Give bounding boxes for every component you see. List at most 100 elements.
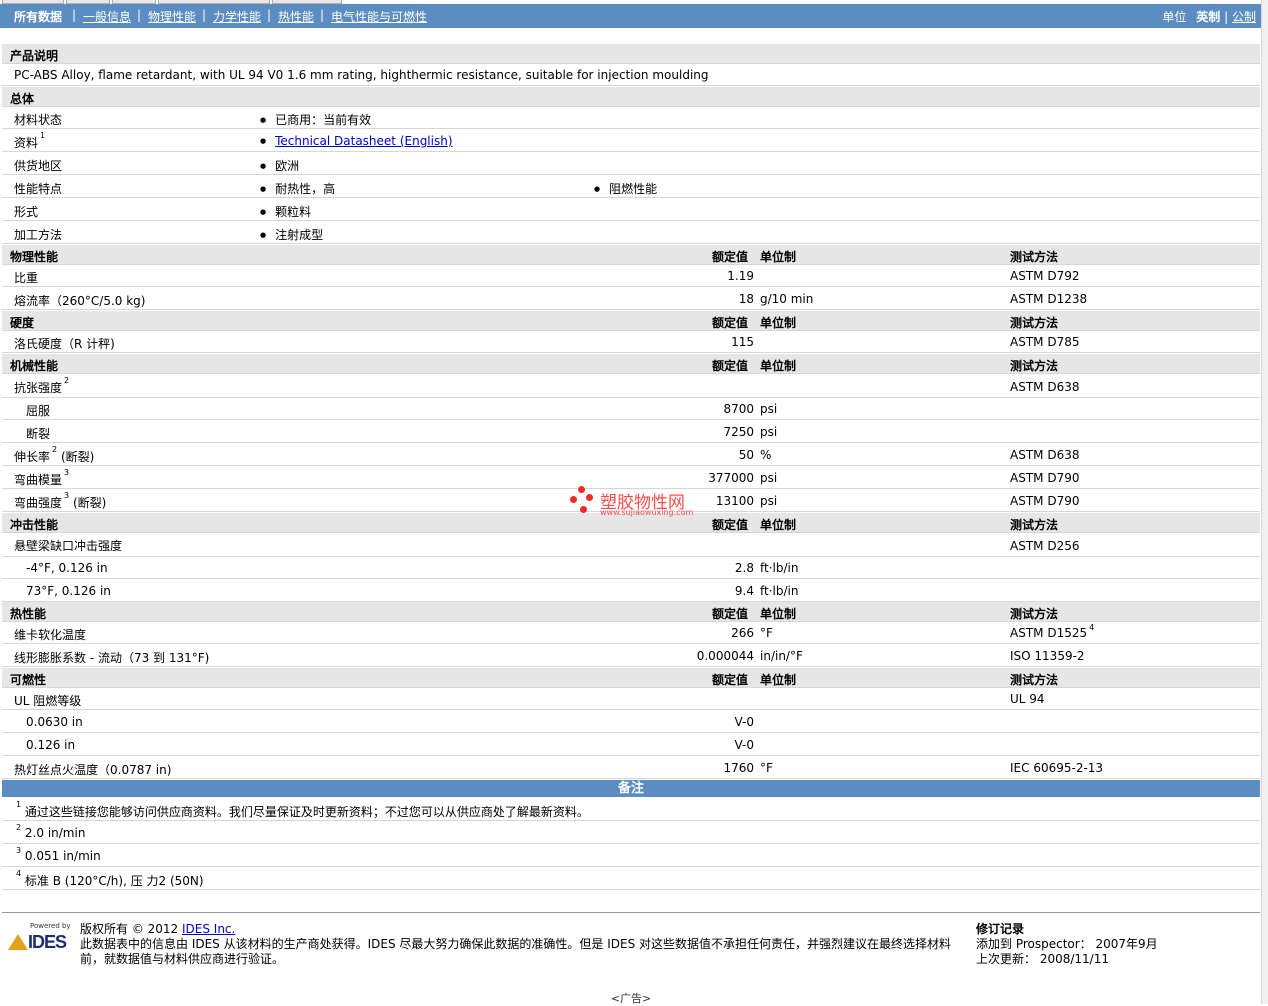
row-method: ASTM D790 [1010, 494, 1080, 508]
unit-metric-link[interactable]: 公制 [1232, 10, 1256, 24]
powered-by-text: Powered by [30, 922, 71, 930]
row-unit: ft·lb/in [760, 561, 799, 575]
section-title: 物理性能 [10, 250, 59, 264]
row-unit: g/10 min [760, 292, 814, 306]
footer-divider [2, 912, 1260, 913]
row-value: 2.8 [734, 561, 754, 575]
row-value: 7250 [723, 425, 754, 439]
row-method: IEC 60695-2-13 [1010, 761, 1104, 775]
col-header-rated: 额定值 [712, 316, 749, 330]
unit-imperial: 英制 [1196, 10, 1221, 24]
unit-separator: | [1224, 10, 1229, 24]
row-method: ASTM D256 [1010, 539, 1080, 553]
row-value: 耐热性，高 [260, 180, 335, 197]
ides-inc-link[interactable]: IDES Inc. [182, 922, 235, 936]
col-header-method: 测试方法 [1010, 250, 1059, 264]
description-text: PC-ABS Alloy, flame retardant, with UL 9… [14, 68, 709, 82]
row-method: ASTM D638 [1010, 380, 1080, 394]
note-text: 3 0.051 in/min [16, 846, 101, 863]
row-value: 阻燃性能 [594, 180, 657, 197]
row-unit: psi [760, 425, 778, 439]
nav-general[interactable]: 一般信息 [83, 8, 131, 25]
section-header-general: 总体 [2, 87, 1260, 107]
row-unit: ft·lb/in [760, 584, 799, 598]
row-value: 1.19 [727, 269, 754, 283]
row-method: ASTM D785 [1010, 335, 1080, 349]
row-value: 1760 [723, 761, 754, 775]
section-title: 总体 [10, 92, 35, 106]
col-header-unit: 单位制 [760, 250, 797, 264]
row-unit: % [760, 448, 772, 462]
flammability-row-0063: 0.0630 in V-0 [2, 711, 1260, 733]
row-value: V-0 [734, 715, 754, 729]
section-title: 热性能 [10, 607, 47, 621]
row-label: 悬壁梁缺口冲击强度 [14, 539, 123, 553]
row-unit: psi [760, 471, 778, 485]
mechanical-row-tensile: 抗张强度2 ASTM D638 [2, 374, 1260, 398]
row-value: 50 [738, 448, 754, 462]
nav-all-data[interactable]: 所有数据 [14, 8, 62, 25]
row-value: 0.000044 [696, 649, 754, 663]
row-label: 0.0630 in [26, 715, 83, 729]
ides-logo-text: IDES [28, 932, 67, 952]
footer: Powered by IDES 版权所有 © 2012 IDES Inc. 此数… [0, 918, 1262, 988]
note-1: 1 通过这些链接您能够访问供应商资料。我们尽量保证及时更新资料；不过您可以从供应… [2, 799, 1260, 821]
col-header-unit: 单位制 [760, 359, 797, 373]
row-label: 供货地区 [14, 159, 63, 173]
top-navigation: 所有数据 | 一般信息 | 物理性能 | 力学性能 | 热性能 | 电气性能与可… [0, 4, 1262, 28]
row-method: ASTM D792 [1010, 269, 1080, 283]
physical-row-specific-gravity: 比重 1.19 ASTM D792 [2, 265, 1260, 287]
impact-row-izod: 悬壁梁缺口冲击强度 ASTM D256 [2, 533, 1260, 557]
row-method: ISO 11359-2 [1010, 649, 1085, 663]
impact-row-minus4f: -4°F, 0.126 in 2.8 ft·lb/in [2, 557, 1260, 579]
row-label: 73°F, 0.126 in [26, 584, 111, 598]
nav-mechanical[interactable]: 力学性能 [213, 8, 261, 25]
vertical-scrollbar[interactable] [1261, 0, 1268, 1004]
note-2: 2 2.0 in/min [2, 822, 1260, 844]
col-header-unit: 单位制 [760, 316, 797, 330]
row-label: 断裂 [26, 427, 51, 441]
row-value: Technical Datasheet (English) [260, 134, 452, 148]
row-label: 线形膨胀系数 - 流动（73 到 131°F) [14, 651, 210, 665]
datasheet-page: 所有数据 | 一般信息 | 物理性能 | 力学性能 | 热性能 | 电气性能与可… [0, 0, 1262, 1005]
section-title: 产品说明 [10, 49, 59, 63]
nav-physical[interactable]: 物理性能 [148, 8, 196, 25]
mechanical-row-yield: 屈服 8700 psi [2, 398, 1260, 420]
col-header-method: 测试方法 [1010, 316, 1059, 330]
row-label: 抗张强度2 [14, 376, 70, 395]
row-unit: psi [760, 494, 778, 508]
col-header-rated: 额定值 [712, 250, 749, 264]
row-label: 资料1 [14, 131, 46, 150]
revision-updated: 上次更新： 2008/11/11 [976, 952, 1109, 966]
technical-datasheet-link[interactable]: Technical Datasheet (English) [275, 134, 452, 148]
row-label: 形式 [14, 205, 39, 219]
row-label: -4°F, 0.126 in [26, 561, 108, 575]
note-4: 4 标准 B (120°C/h), 压 力2 (50N) [2, 868, 1260, 890]
notes-header: 备注 [2, 780, 1260, 797]
section-header-mechanical: 机械性能 额定值 单位制 测试方法 [2, 354, 1260, 374]
col-header-unit: 单位制 [760, 673, 797, 687]
revision-title: 修订记录 [976, 922, 1025, 936]
flammability-row-ul: UL 阻燃等级 UL 94 [2, 688, 1260, 710]
hardness-row-rockwell: 洛氏硬度（R 计秤) 115 ASTM D785 [2, 331, 1260, 353]
row-label: 弯曲模量3 [14, 468, 70, 487]
nav-thermal[interactable]: 热性能 [278, 8, 314, 25]
row-label: 热灯丝点火温度（0.0787 in) [14, 763, 172, 777]
col-header-method: 测试方法 [1010, 518, 1059, 532]
row-label: 熔流率（260°C/5.0 kg) [14, 294, 146, 308]
section-title: 硬度 [10, 316, 35, 330]
row-label: 加工方法 [14, 228, 63, 242]
col-header-unit: 单位制 [760, 607, 797, 621]
row-unit: °F [760, 761, 773, 775]
section-header-description: 产品说明 [2, 44, 1260, 64]
impact-row-73f: 73°F, 0.126 in 9.4 ft·lb/in [2, 580, 1260, 602]
col-header-rated: 额定值 [712, 673, 749, 687]
ides-triangle-icon [8, 934, 28, 950]
row-value: 115 [731, 335, 754, 349]
nav-electrical[interactable]: 电气性能与可燃性 [331, 8, 427, 25]
copyright-text: 版权所有 © 2012 [80, 922, 182, 936]
row-value: 已商用：当前有效 [260, 111, 371, 128]
row-label: 伸长率2 (断裂) [14, 445, 95, 464]
row-label: 维卡软化温度 [14, 628, 87, 642]
row-label: UL 阻燃等级 [14, 694, 82, 708]
